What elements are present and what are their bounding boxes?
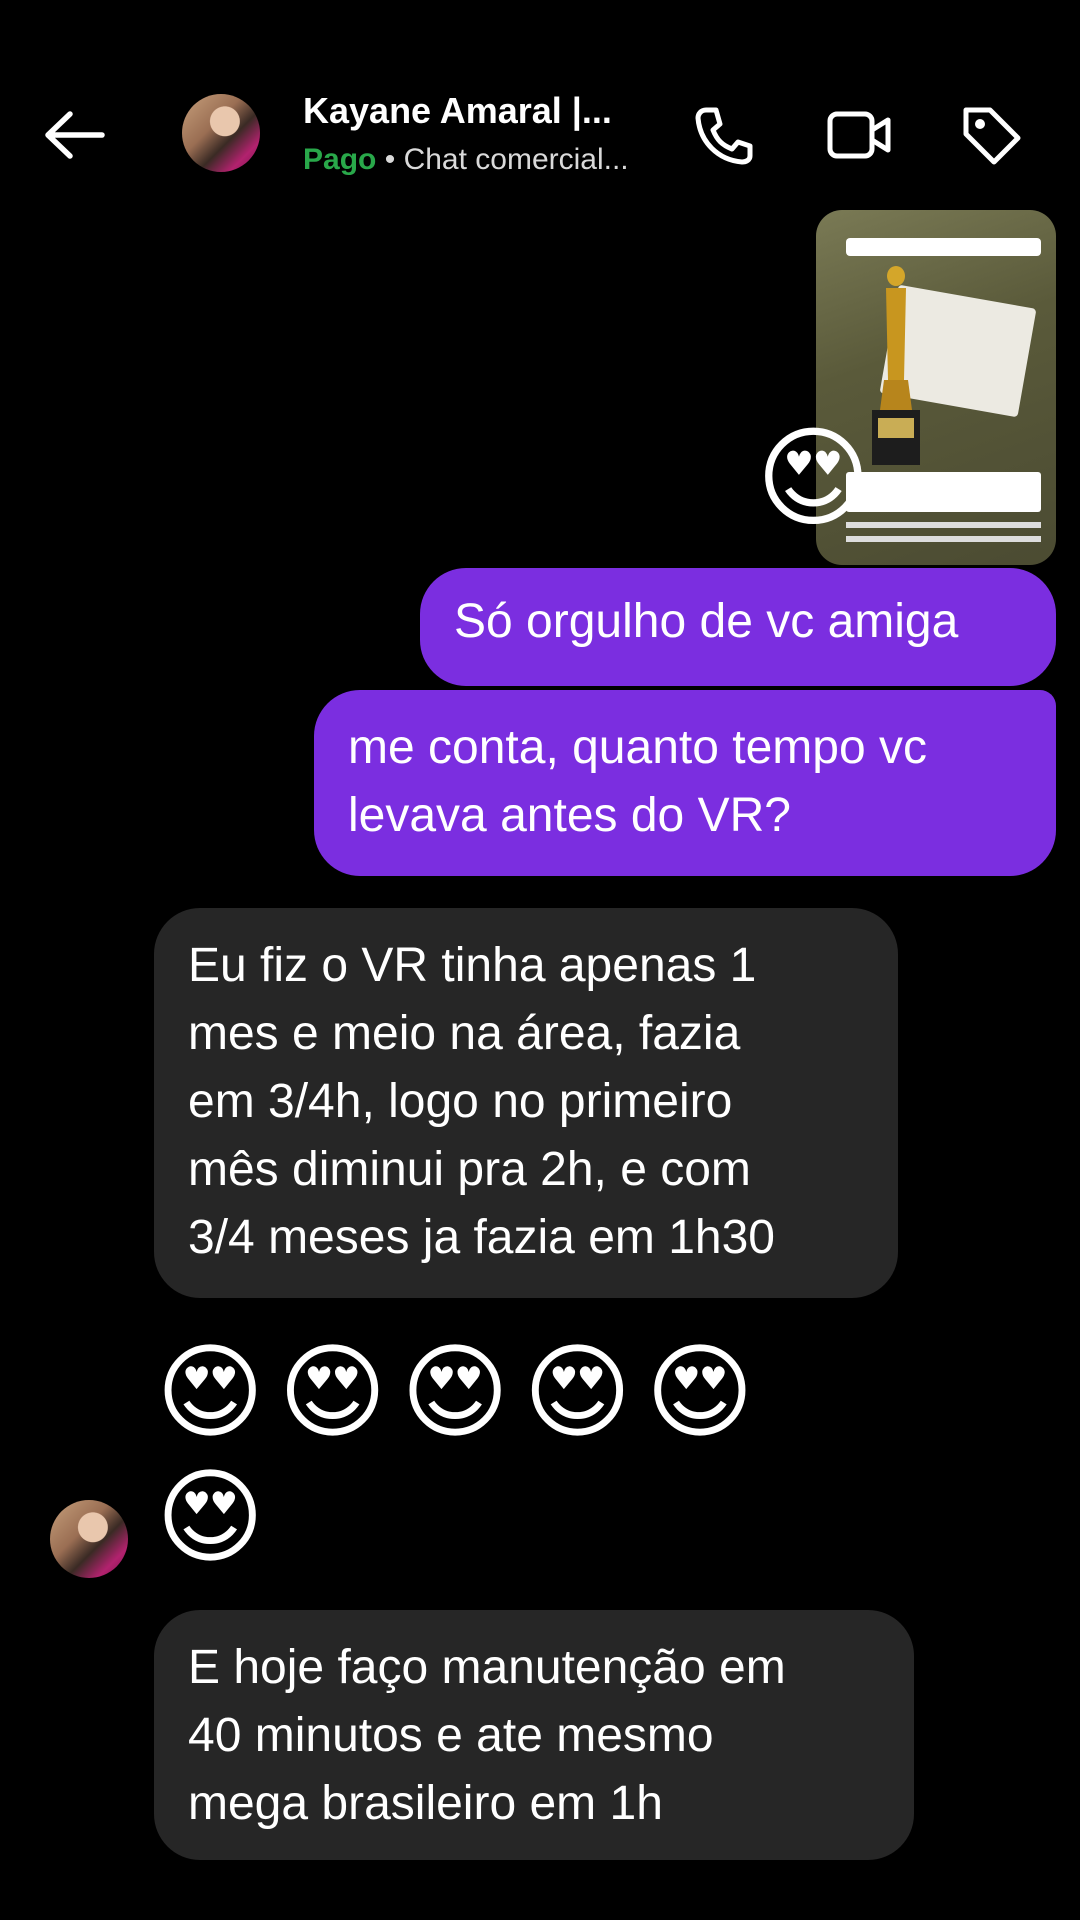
message-bubble-incoming[interactable]: Eu fiz o VR tinha apenas 1 mes e meio na… bbox=[154, 908, 898, 1298]
message-line: mês diminui pra 2h, e com bbox=[188, 1143, 751, 1196]
heart-eyes-reaction-icon: 😍 bbox=[756, 414, 871, 542]
heart-eyes-emoji-row: 😍😍😍😍😍 bbox=[156, 1331, 769, 1453]
message-text: Só orgulho de vc amiga bbox=[454, 595, 959, 648]
message-bubble-outgoing[interactable]: Só orgulho de vc amiga bbox=[420, 568, 1056, 686]
message-line: E hoje faço manutenção em bbox=[188, 1641, 786, 1694]
message-line: 40 minutos e ate mesmo bbox=[188, 1709, 714, 1762]
message-line: levava antes do VR? bbox=[348, 789, 791, 842]
message-bubble-outgoing[interactable]: me conta, quanto tempo vc levava antes d… bbox=[314, 690, 1056, 876]
message-line: em 3/4h, logo no primeiro bbox=[188, 1075, 733, 1128]
sender-avatar[interactable] bbox=[50, 1500, 128, 1578]
message-bubble-incoming[interactable]: E hoje faço manutenção em 40 minutos e a… bbox=[154, 1610, 914, 1860]
message-line: Eu fiz o VR tinha apenas 1 bbox=[188, 939, 757, 992]
heart-eyes-icon: 😍 bbox=[156, 1456, 265, 1578]
message-line: mes e meio na área, fazia bbox=[188, 1007, 741, 1060]
message-line: 3/4 meses ja fazia em 1h30 bbox=[188, 1211, 775, 1264]
message-line: me conta, quanto tempo vc bbox=[348, 721, 927, 774]
message-list[interactable]: 😍 Só orgulho de vc amiga me conta, quant… bbox=[0, 0, 1080, 1920]
message-line: mega brasileiro em 1h bbox=[188, 1777, 663, 1830]
